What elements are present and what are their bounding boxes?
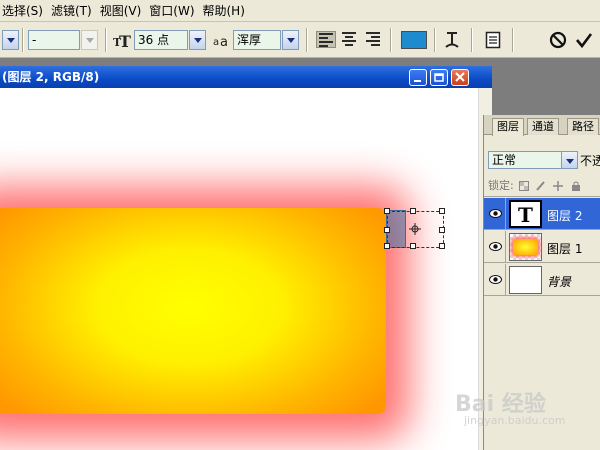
font-family-dropdown-arrow[interactable] [2,30,19,50]
maximize-button[interactable] [430,69,448,86]
svg-text:T: T [119,32,131,49]
tab-channels[interactable]: 通道 [527,118,559,135]
opacity-label: 不透 [580,154,600,168]
close-icon [455,72,465,82]
lock-label: 锁定: [488,179,514,192]
tab-paths[interactable]: 路径 [567,118,599,135]
transform-handle[interactable] [439,243,445,249]
visibility-cell[interactable] [484,198,506,230]
blend-mode-select[interactable]: 正常 [488,151,562,169]
transform-bounding-box[interactable] [384,208,445,249]
minimize-icon [414,80,421,82]
align-center-icon[interactable] [342,32,358,47]
gradient-rectangle [0,208,386,414]
menu-view[interactable]: 视图(V) [100,2,150,19]
layer-thumbnail-background [509,266,542,294]
layer-thumbnail-text: T [509,200,542,228]
svg-text:a: a [220,35,228,48]
document-title: (图层 2, RGB/8) [2,70,100,84]
menu-window[interactable]: 窗口(W) [149,2,202,19]
cancel-icon[interactable] [549,31,567,49]
palettes-icon[interactable] [485,31,501,49]
font-size-select[interactable]: 36 点 [134,30,188,50]
transform-handle[interactable] [410,208,416,214]
font-size-dropdown-arrow[interactable] [189,30,206,50]
close-button[interactable] [451,69,469,86]
lock-move-icon[interactable] [553,181,563,191]
lock-bar: 锁定: [484,175,600,197]
watermark-url: jingyan.baidu.com [464,414,566,427]
separator [22,28,24,52]
menu-bar: 选择(S) 滤镜(T) 视图(V) 窗口(W) 帮助(H) [0,0,600,22]
layer-name: 图层 1 [547,242,583,256]
lock-transparency-icon[interactable] [519,181,529,191]
transform-handle[interactable] [384,243,390,249]
document-title-bar[interactable]: (图层 2, RGB/8) [0,66,492,88]
minimize-button[interactable] [409,69,427,86]
transform-handle[interactable] [384,208,390,214]
transform-handle[interactable] [410,243,416,249]
layer-thumbnail-gradient [509,233,542,261]
lock-all-icon[interactable] [571,181,581,191]
antialias-select[interactable]: 浑厚 [233,30,281,50]
transform-handle[interactable] [439,227,445,233]
panel-tabs: 图层 通道 路径 [484,115,600,136]
text-color-swatch[interactable] [401,31,427,49]
separator [105,28,107,52]
separator [512,28,514,52]
layer-row-background[interactable]: 背景 [484,264,600,296]
visibility-cell[interactable] [484,231,506,263]
separator [434,28,436,52]
eye-icon[interactable] [489,273,502,286]
eye-icon[interactable] [489,240,502,253]
layer-row-layer2[interactable]: T 图层 2 [484,198,600,230]
transform-handle[interactable] [439,208,445,214]
transform-center-icon[interactable] [409,223,421,235]
warp-text-icon[interactable] [443,30,461,50]
visibility-cell[interactable] [484,264,506,296]
options-bar: - T T 36 点 a a 浑厚 [0,22,600,58]
document-canvas[interactable] [0,88,478,450]
align-right-icon[interactable] [366,32,382,47]
layer-name: 图层 2 [547,209,583,223]
menu-filter[interactable]: 滤镜(T) [51,2,100,19]
blend-mode-dropdown-arrow[interactable] [561,151,578,169]
separator [471,28,473,52]
menu-select[interactable]: 选择(S) [2,2,51,19]
eye-icon[interactable] [489,207,502,220]
commit-icon[interactable] [575,31,593,49]
menu-help[interactable]: 帮助(H) [203,2,253,19]
separator [306,28,308,52]
antialias-icon: a a [213,35,228,48]
font-style-select[interactable]: - [28,30,80,50]
layer-row-layer1[interactable]: 图层 1 [484,231,600,263]
font-style-dropdown-arrow[interactable] [81,30,98,50]
align-left-icon[interactable] [316,31,336,48]
transform-handle[interactable] [384,227,390,233]
antialias-dropdown-arrow[interactable] [282,30,299,50]
maximize-icon [434,73,444,82]
lock-brush-icon[interactable] [536,181,546,191]
document-window: (图层 2, RGB/8) [0,66,492,450]
font-size-icon: T T [113,32,131,49]
tab-layers[interactable]: 图层 [492,118,524,136]
separator [390,28,392,52]
svg-text:a: a [213,37,219,48]
layer-name: 背景 [547,275,572,289]
